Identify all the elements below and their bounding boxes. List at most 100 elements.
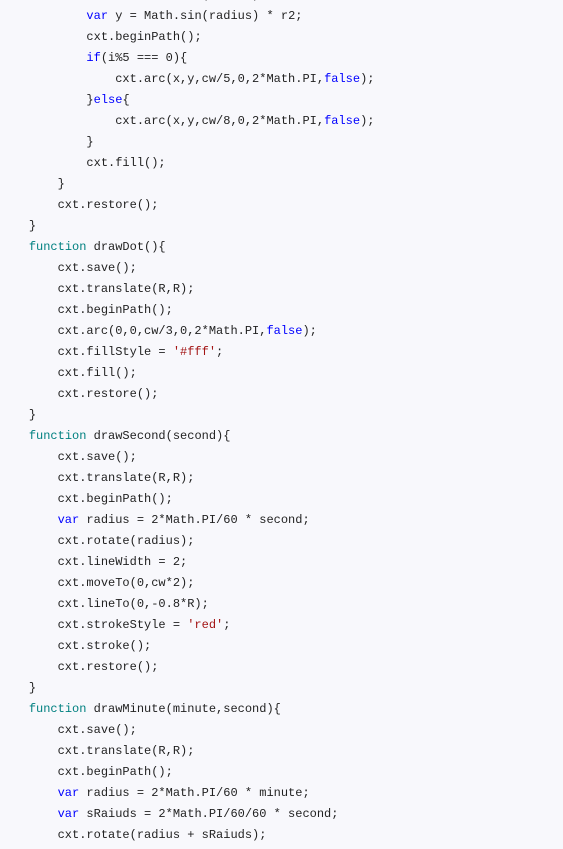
code-token: cxt.restore();	[58, 387, 159, 401]
code-token: var	[58, 513, 87, 527]
code-token: cxt.lineTo(0,-0.8*R);	[58, 597, 209, 611]
code-line: cxt.save();	[0, 447, 563, 468]
code-token: );	[302, 324, 316, 338]
code-line: cxt.rotate(radius);	[0, 531, 563, 552]
code-token: sRaiuds = 2*Math.PI/60/60 * second;	[86, 807, 338, 821]
code-token: cxt.translate(R,R);	[58, 282, 195, 296]
code-token: function	[29, 240, 94, 254]
code-line: var sRaiuds = 2*Math.PI/60/60 * second;	[0, 804, 563, 825]
code-token: }	[86, 93, 93, 107]
code-line: cxt.stroke();	[0, 636, 563, 657]
code-token: false	[266, 324, 302, 338]
code-token: }	[29, 219, 36, 233]
code-token: cxt.moveTo(0,cw*2);	[58, 576, 195, 590]
code-line: cxt.restore();	[0, 657, 563, 678]
code-token: ;	[223, 618, 230, 632]
code-line: }else{	[0, 90, 563, 111]
code-token: function	[29, 429, 94, 443]
code-token: );	[360, 72, 374, 86]
code-line: function drawMinute(minute,second){	[0, 699, 563, 720]
code-token: cxt.translate(R,R);	[58, 744, 195, 758]
code-token: }	[29, 408, 36, 422]
code-line: }	[0, 174, 563, 195]
code-line: }	[0, 678, 563, 699]
code-token: false	[324, 114, 360, 128]
code-token: cxt.arc(x,y,cw/8,0,2*Math.PI,	[115, 114, 324, 128]
code-line: cxt.fillStyle = '#fff';	[0, 342, 563, 363]
code-token: cxt.fill();	[58, 366, 137, 380]
code-line: cxt.translate(R,R);	[0, 279, 563, 300]
code-block: var x = Math.cos(radius) * r2; var y = M…	[0, 0, 563, 846]
code-token: cxt.save();	[58, 723, 137, 737]
code-line: cxt.beginPath();	[0, 300, 563, 321]
code-line: function drawSecond(second){	[0, 426, 563, 447]
code-token: cxt.stroke();	[58, 639, 152, 653]
code-token: radius = 2*Math.PI/60 * second;	[86, 513, 309, 527]
code-token: drawSecond(second){	[94, 429, 231, 443]
code-token: if	[86, 51, 100, 65]
code-token: cxt.save();	[58, 261, 137, 275]
code-token: drawMinute(minute,second){	[94, 702, 281, 716]
code-token: (i%5 === 0){	[101, 51, 187, 65]
code-token: }	[86, 135, 93, 149]
code-line: cxt.rotate(radius + sRaiuds);	[0, 825, 563, 846]
code-line: var radius = 2*Math.PI/60 * second;	[0, 510, 563, 531]
code-token: x = Math.cos(radius) * r2;	[115, 0, 302, 2]
code-line: cxt.fill();	[0, 153, 563, 174]
code-token: cxt.beginPath();	[58, 303, 173, 317]
code-token: cxt.arc(x,y,cw/5,0,2*Math.PI,	[115, 72, 324, 86]
code-token: var	[86, 0, 115, 2]
code-line: cxt.translate(R,R);	[0, 741, 563, 762]
code-token: 'red'	[187, 618, 223, 632]
code-token: cxt.translate(R,R);	[58, 471, 195, 485]
code-line: cxt.fill();	[0, 363, 563, 384]
code-token: var	[86, 9, 115, 23]
code-token: cxt.strokeStyle =	[58, 618, 188, 632]
code-token: cxt.rotate(radius + sRaiuds);	[58, 828, 267, 842]
code-token: var	[58, 786, 87, 800]
code-line: cxt.arc(x,y,cw/8,0,2*Math.PI,false);	[0, 111, 563, 132]
code-token: );	[360, 114, 374, 128]
code-token: cxt.beginPath();	[86, 30, 201, 44]
code-line: cxt.arc(x,y,cw/5,0,2*Math.PI,false);	[0, 69, 563, 90]
code-line: cxt.translate(R,R);	[0, 468, 563, 489]
code-line: }	[0, 216, 563, 237]
code-token: cxt.arc(0,0,cw/3,0,2*Math.PI,	[58, 324, 267, 338]
code-line: cxt.beginPath();	[0, 762, 563, 783]
code-token: false	[324, 72, 360, 86]
code-line: }	[0, 132, 563, 153]
code-token: drawDot(){	[94, 240, 166, 254]
code-line: function drawDot(){	[0, 237, 563, 258]
code-token: cxt.beginPath();	[58, 765, 173, 779]
code-token: cxt.save();	[58, 450, 137, 464]
code-line: cxt.restore();	[0, 384, 563, 405]
code-token: cxt.rotate(radius);	[58, 534, 195, 548]
code-token: var	[58, 807, 87, 821]
code-token: cxt.restore();	[58, 660, 159, 674]
code-token: cxt.restore();	[58, 198, 159, 212]
code-line: var y = Math.sin(radius) * r2;	[0, 6, 563, 27]
code-token: }	[29, 681, 36, 695]
code-line: cxt.moveTo(0,cw*2);	[0, 573, 563, 594]
code-token: }	[58, 177, 65, 191]
code-token: {	[122, 93, 129, 107]
code-token: cxt.lineWidth = 2;	[58, 555, 188, 569]
code-line: cxt.lineTo(0,-0.8*R);	[0, 594, 563, 615]
code-line: if(i%5 === 0){	[0, 48, 563, 69]
code-token: y = Math.sin(radius) * r2;	[115, 9, 302, 23]
code-token: else	[94, 93, 123, 107]
code-line: cxt.beginPath();	[0, 489, 563, 510]
code-line: cxt.restore();	[0, 195, 563, 216]
code-line: cxt.arc(0,0,cw/3,0,2*Math.PI,false);	[0, 321, 563, 342]
code-line: cxt.lineWidth = 2;	[0, 552, 563, 573]
code-token: cxt.beginPath();	[58, 492, 173, 506]
code-line: cxt.save();	[0, 720, 563, 741]
code-line: var radius = 2*Math.PI/60 * minute;	[0, 783, 563, 804]
code-token: radius = 2*Math.PI/60 * minute;	[86, 786, 309, 800]
code-token: function	[29, 702, 94, 716]
code-token: ;	[216, 345, 223, 359]
code-line: }	[0, 405, 563, 426]
code-token: cxt.fillStyle =	[58, 345, 173, 359]
code-line: cxt.beginPath();	[0, 27, 563, 48]
code-token: cxt.fill();	[86, 156, 165, 170]
